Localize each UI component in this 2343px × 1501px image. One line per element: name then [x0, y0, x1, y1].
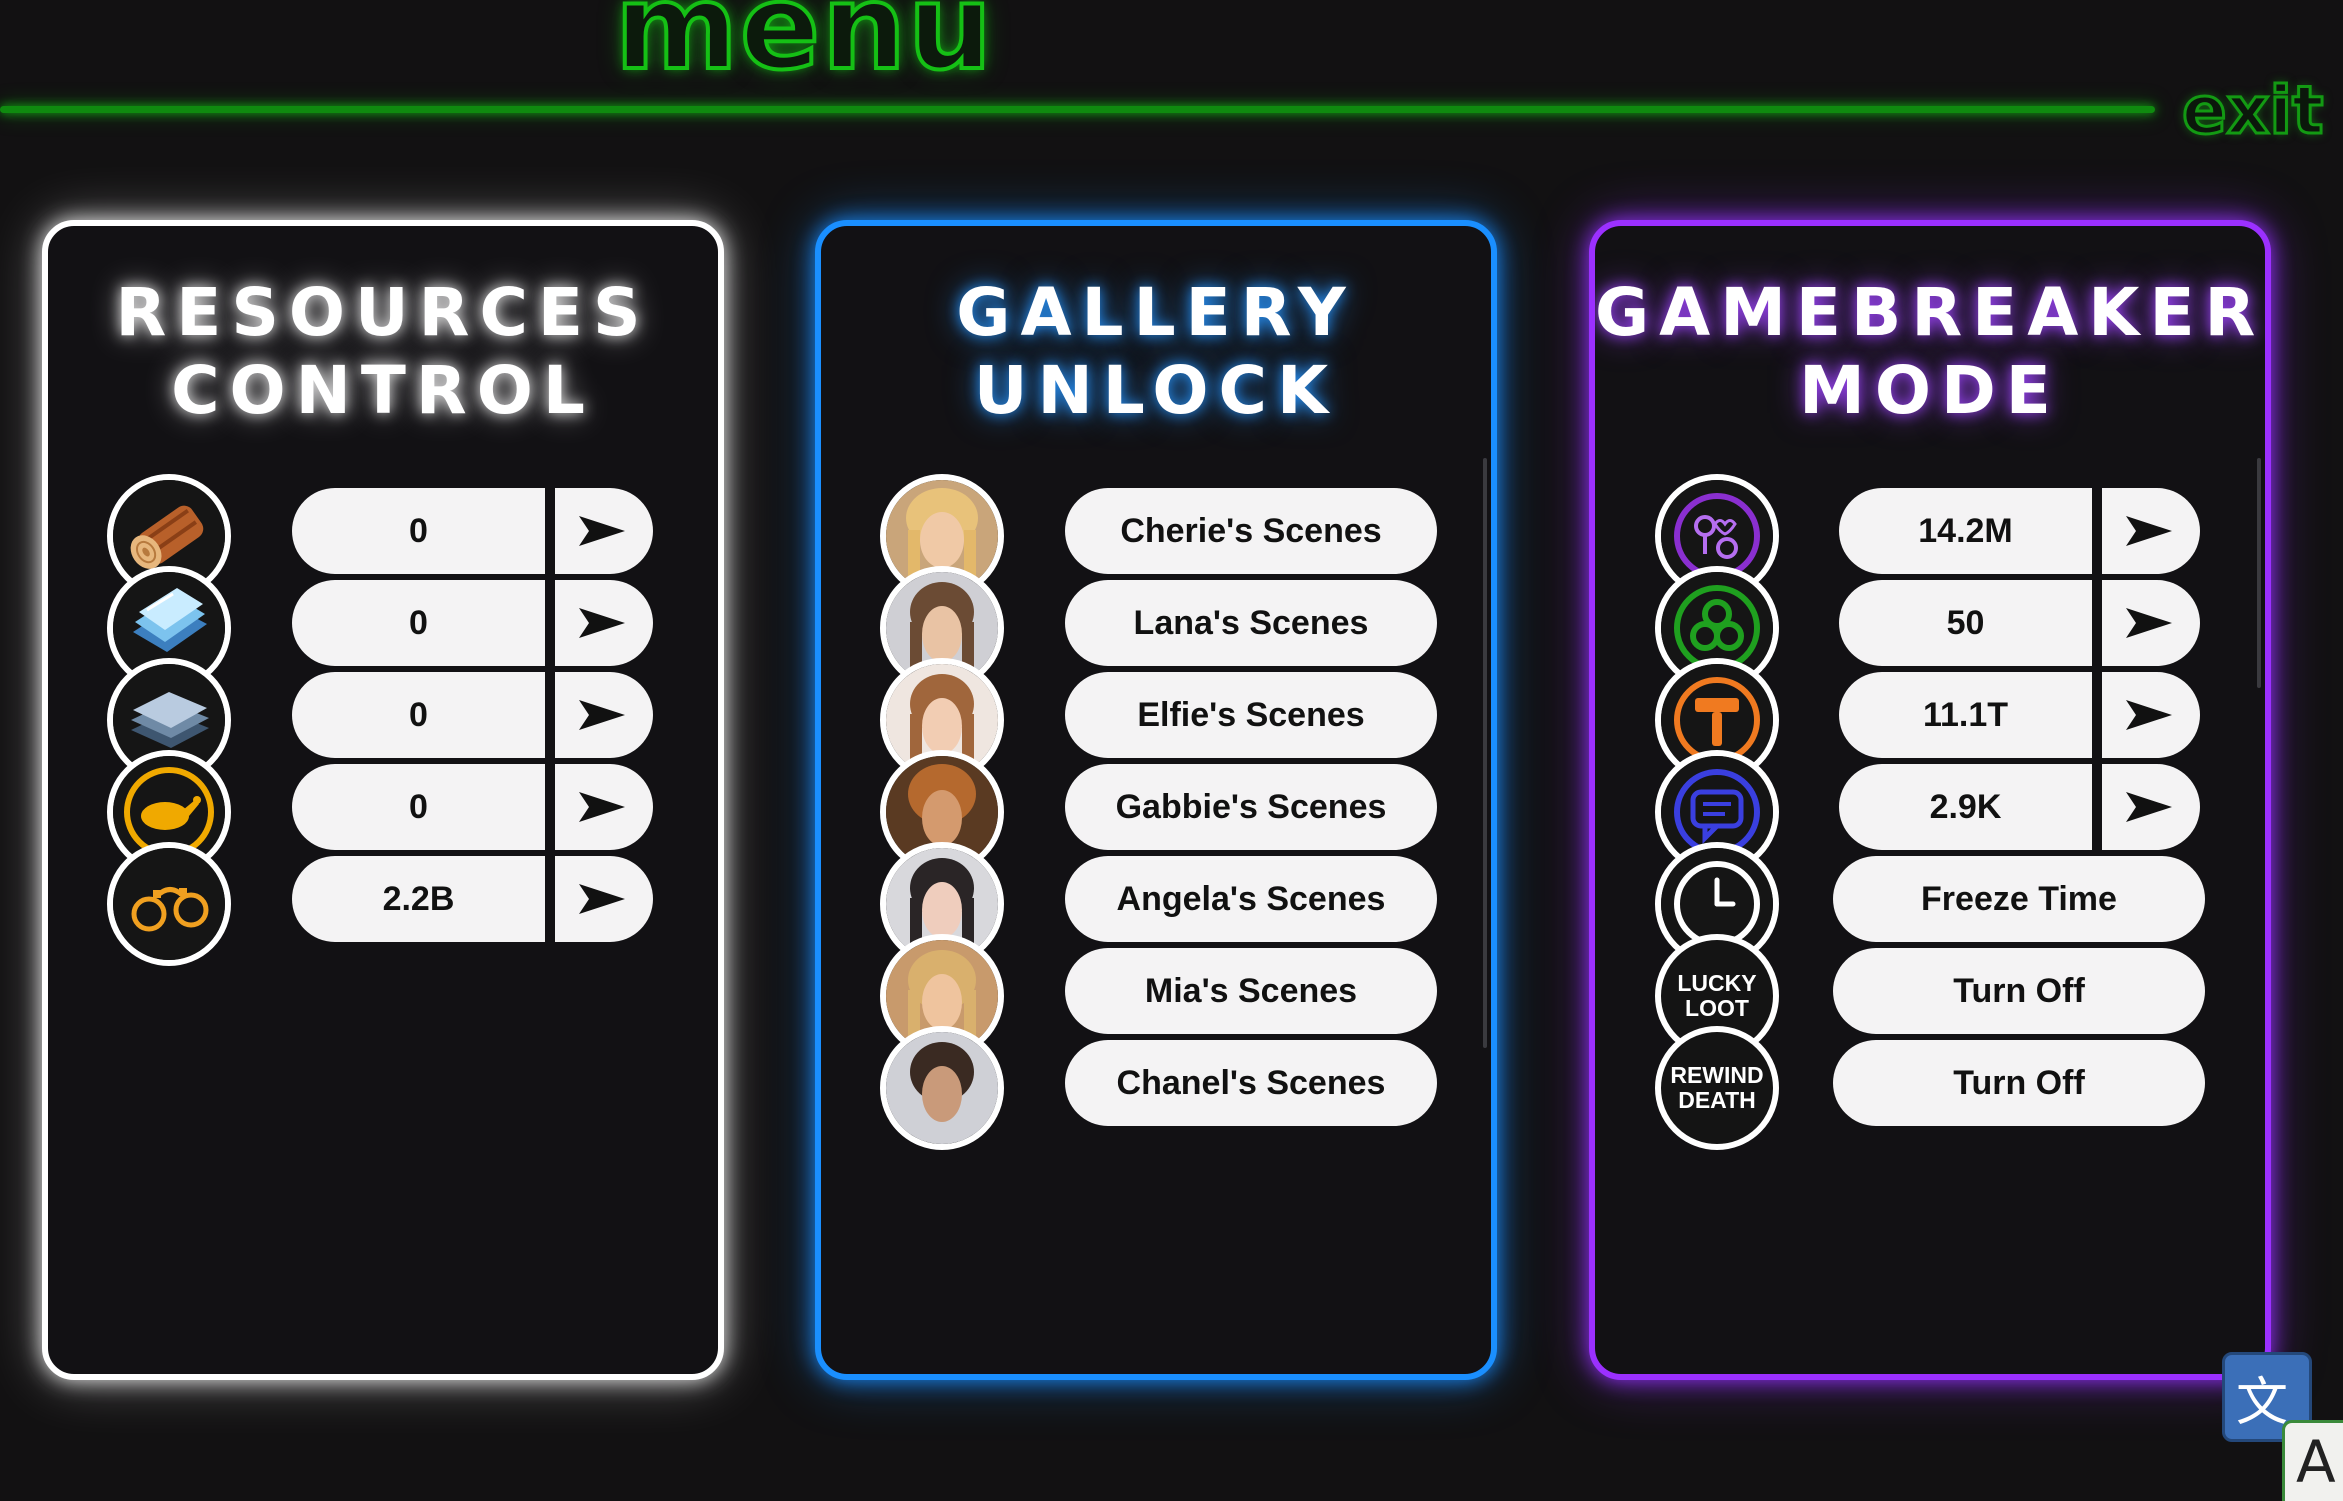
gallery-title-line2: UNLOCK: [973, 352, 1339, 429]
lucky-loot-badge-line1: LUCKY: [1677, 970, 1757, 996]
glass-value: 0: [292, 580, 545, 666]
rewind-death-toggle-button[interactable]: Turn Off: [1833, 1040, 2205, 1126]
handcuffs-arrow-button[interactable]: [555, 856, 653, 942]
chanel-scenes-button[interactable]: Chanel's Scenes: [1065, 1040, 1437, 1126]
arrow-right-icon: [2126, 792, 2172, 822]
chat-arrow-button[interactable]: [2102, 764, 2200, 850]
lana-scenes-button[interactable]: Lana's Scenes: [1065, 580, 1437, 666]
rewind-death-badge: REWIND DEATH: [1655, 1026, 1779, 1150]
gallery-panel-title: GALLERY UNLOCK: [821, 274, 1491, 430]
arrow-right-icon: [2126, 608, 2172, 638]
resources-control-panel: RESOURCES CONTROL 0 0 0 0 2.2B: [42, 220, 724, 1380]
arrow-right-icon: [579, 516, 625, 546]
glass-arrow-button[interactable]: [555, 580, 653, 666]
food-arrow-button[interactable]: [555, 764, 653, 850]
arrow-right-icon: [579, 700, 625, 730]
gamebreaker-mode-panel: GAMEBREAKER MODE 14.2M 50 11.1T 2.9K Fre…: [1589, 220, 2271, 1380]
translate-glyph-en: A: [2296, 1428, 2336, 1496]
gallery-row-chanel: Chanel's Scenes: [821, 1026, 1491, 1150]
header-divider: [0, 106, 2155, 113]
arrow-right-icon: [2126, 700, 2172, 730]
arrow-right-icon: [579, 608, 625, 638]
hammer-value: 11.1T: [1839, 672, 2092, 758]
wood-arrow-button[interactable]: [555, 488, 653, 574]
handcuffs-value: 2.2B: [292, 856, 545, 942]
handcuffs-icon: [107, 842, 231, 966]
biohazard-arrow-button[interactable]: [2102, 580, 2200, 666]
lucky-loot-badge-line2: LOOT: [1685, 995, 1749, 1021]
elfie-scenes-button[interactable]: Elfie's Scenes: [1065, 672, 1437, 758]
toys-arrow-button[interactable]: [2102, 488, 2200, 574]
menu-title: menu: [613, 0, 994, 96]
angela-scenes-button[interactable]: Angela's Scenes: [1065, 856, 1437, 942]
rewind-death-badge-line1: REWIND: [1670, 1062, 1764, 1088]
wood-value: 0: [292, 488, 545, 574]
steel-value: 0: [292, 672, 545, 758]
translate-glyph-zh: 文: [2236, 1373, 2289, 1433]
resources-panel-title: RESOURCES CONTROL: [48, 274, 718, 430]
resources-title-line2: CONTROL: [171, 352, 595, 429]
arrow-right-icon: [2126, 516, 2172, 546]
exit-button[interactable]: exit: [2181, 66, 2342, 156]
cherie-scenes-button[interactable]: Cherie's Scenes: [1065, 488, 1437, 574]
gamebreaker-title-line1: GAMEBREAKER: [1595, 274, 2266, 351]
chat-value: 2.9K: [1839, 764, 2092, 850]
arrow-right-icon: [579, 792, 625, 822]
toys-value: 14.2M: [1839, 488, 2092, 574]
gallery-unlock-panel: GALLERY UNLOCK Cherie's Scenes Lana's Sc…: [815, 220, 1497, 1380]
gamebreaker-panel-title: GAMEBREAKER MODE: [1595, 274, 2265, 430]
resource-row-handcuffs: 2.2B: [48, 842, 718, 966]
rewind-death-badge-line2: DEATH: [1678, 1087, 1756, 1113]
gabbie-scenes-button[interactable]: Gabbie's Scenes: [1065, 764, 1437, 850]
lucky-loot-toggle-button[interactable]: Turn Off: [1833, 948, 2205, 1034]
gamebreaker-row-rewind-death: REWIND DEATH Turn Off: [1595, 1026, 2265, 1150]
steel-arrow-button[interactable]: [555, 672, 653, 758]
gamebreaker-title-line2: MODE: [1799, 352, 2061, 429]
mia-scenes-button[interactable]: Mia's Scenes: [1065, 948, 1437, 1034]
chanel-avatar: [880, 1026, 1004, 1150]
food-value: 0: [292, 764, 545, 850]
arrow-right-icon: [579, 884, 625, 914]
resources-title-line1: RESOURCES: [115, 274, 651, 351]
freeze-time-button[interactable]: Freeze Time: [1833, 856, 2205, 942]
biohazard-value: 50: [1839, 580, 2092, 666]
gallery-title-line1: GALLERY: [956, 274, 1356, 351]
hammer-arrow-button[interactable]: [2102, 672, 2200, 758]
translate-widget[interactable]: 文 A: [2222, 1352, 2343, 1501]
